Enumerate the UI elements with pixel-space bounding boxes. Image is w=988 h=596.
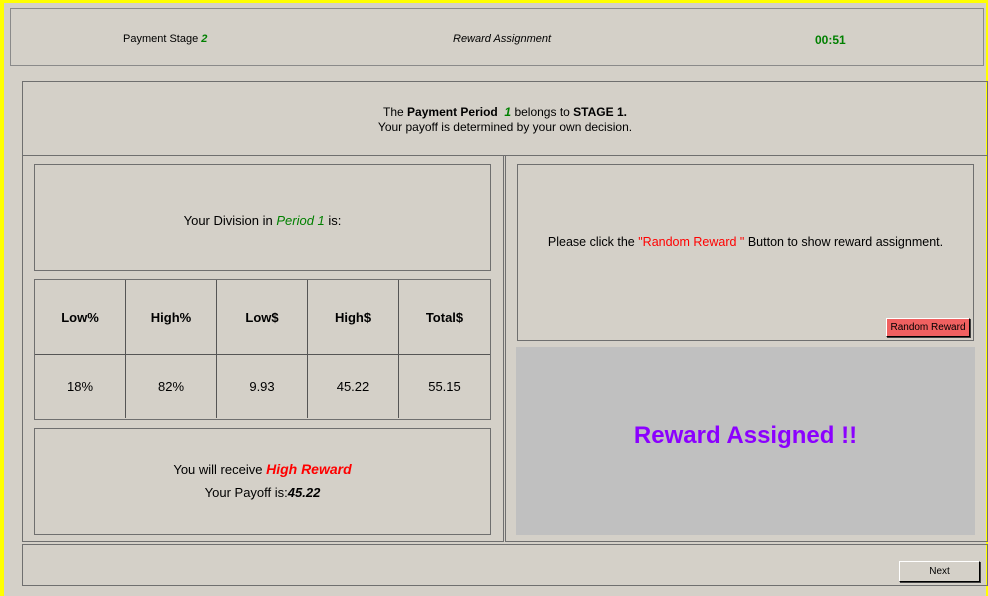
instruction-button-name: "Random Reward " — [638, 235, 745, 249]
header-low-percent: Low% — [61, 309, 99, 325]
payment-period-info: The Payment Period 1 belongs to STAGE 1.… — [22, 81, 988, 156]
payment-stage-label: Payment Stage 2 — [123, 33, 208, 45]
instruction-text: Please click the "Random Reward " Button… — [547, 235, 944, 249]
page-title: Reward Assignment — [453, 33, 552, 45]
instruction-box: Please click the "Random Reward " Button… — [517, 164, 974, 341]
header-bar: Payment Stage 2 Reward Assignment 00:51 — [10, 8, 984, 66]
division-text: Your Division in Period 1 is: — [183, 213, 342, 228]
reward-assigned-message: Reward Assigned !! — [633, 422, 858, 449]
next-button[interactable]: Next — [899, 561, 980, 582]
payoff-line: Your Payoff is:45.22 — [204, 485, 321, 500]
payment-stage-value: 2 — [201, 33, 208, 45]
countdown-timer: 00:51 — [815, 33, 846, 47]
value-high-dollar: 45.22 — [336, 378, 370, 394]
footer-bar — [22, 544, 988, 586]
info-line-2: Your payoff is determined by your own de… — [377, 120, 633, 134]
payoff-value: 45.22 — [287, 485, 321, 500]
value-total-dollar: 55.15 — [428, 378, 461, 394]
info-line-1: The Payment Period 1 belongs to STAGE 1. — [383, 105, 627, 119]
payoff-table: Low% High% Low$ High$ Total$ 18% 82% 9.9… — [34, 279, 491, 420]
division-box: Your Division in Period 1 is: — [34, 164, 491, 271]
random-reward-button[interactable]: Random Reward — [886, 318, 970, 337]
value-low-dollar: 9.93 — [249, 378, 275, 394]
header-total-dollar: Total$ — [425, 309, 464, 325]
result-box: You will receive High Reward Your Payoff… — [34, 428, 491, 535]
header-low-dollar: Low$ — [245, 309, 279, 325]
value-high-percent: 82% — [157, 378, 185, 394]
value-low-percent: 18% — [66, 378, 94, 394]
division-period: Period 1 — [276, 213, 325, 228]
reward-type: High Reward — [266, 461, 352, 477]
reward-assigned-panel: Reward Assigned !! — [516, 347, 975, 535]
receive-line: You will receive High Reward — [173, 461, 352, 477]
header-high-percent: High% — [150, 309, 192, 325]
header-high-dollar: High$ — [334, 309, 372, 325]
